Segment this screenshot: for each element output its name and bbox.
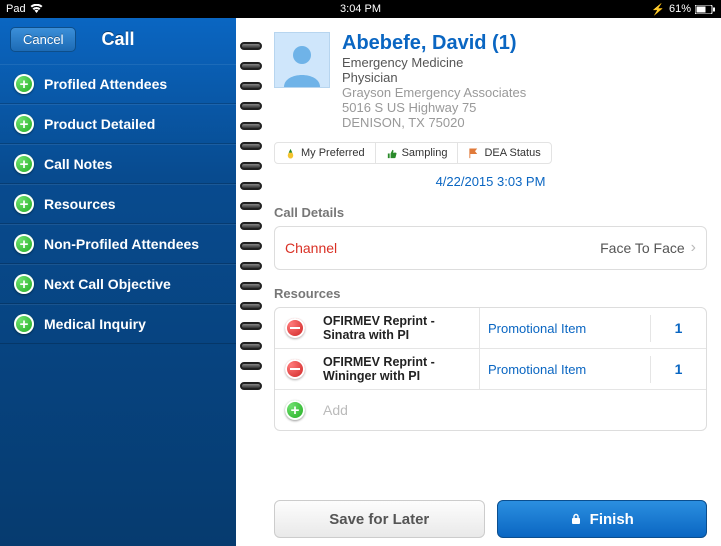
sidebar: Cancel Call + Profiled Attendees + Product…	[0, 18, 236, 546]
resources-table: OFIRMEV Reprint - Sinatra with PI Promot…	[274, 307, 707, 431]
resource-add-label: Add	[315, 394, 706, 426]
tag-row: My Preferred Sampling DEA Status	[274, 142, 552, 164]
tag-sampling[interactable]: Sampling	[376, 143, 459, 163]
plus-icon: +	[14, 314, 34, 334]
status-bar: Pad 3:04 PM ⚡ 61%	[0, 0, 721, 18]
plus-icon: +	[14, 74, 34, 94]
flag-icon	[468, 148, 479, 159]
sidebar-item-medical-inquiry[interactable]: + Medical Inquiry	[0, 304, 236, 344]
sidebar-item-label: Next Call Objective	[44, 276, 171, 292]
tag-my-preferred[interactable]: My Preferred	[275, 143, 376, 163]
notebook-binding	[236, 18, 266, 546]
resource-type[interactable]: Promotional Item	[480, 356, 651, 383]
clock: 3:04 PM	[340, 3, 381, 15]
sidebar-item-non-profiled-attendees[interactable]: + Non-Profiled Attendees	[0, 224, 236, 264]
plus-icon: +	[14, 274, 34, 294]
sidebar-item-label: Profiled Attendees	[44, 76, 167, 92]
pineapple-icon	[285, 148, 296, 159]
remove-resource-button[interactable]	[285, 318, 305, 338]
profile-addr2: DENISON, TX 75020	[342, 115, 526, 130]
device-label: Pad	[6, 3, 26, 15]
resource-row: OFIRMEV Reprint - Wininger with PI Promo…	[275, 349, 706, 390]
chevron-right-icon: ›	[691, 239, 696, 257]
tag-dea-status[interactable]: DEA Status	[458, 143, 550, 163]
cancel-button[interactable]: Cancel	[10, 27, 76, 52]
content-panel: Abebefe, David (1) Emergency Medicine Ph…	[266, 18, 721, 546]
channel-value: Face To Face	[600, 240, 685, 256]
plus-icon: +	[14, 114, 34, 134]
battery-percent: 61%	[669, 3, 691, 15]
resource-name: OFIRMEV Reprint - Sinatra with PI	[315, 308, 480, 348]
channel-row[interactable]: Channel Face To Face ›	[274, 226, 707, 270]
page-title: Call	[101, 29, 134, 50]
sidebar-item-resources[interactable]: + Resources	[0, 184, 236, 224]
resource-name: OFIRMEV Reprint - Wininger with PI	[315, 349, 480, 389]
sidebar-item-product-detailed[interactable]: + Product Detailed	[0, 104, 236, 144]
call-timestamp: 4/22/2015 3:03 PM	[274, 174, 707, 189]
resources-heading: Resources	[274, 286, 707, 301]
thumbs-up-icon	[386, 148, 397, 159]
lock-icon	[570, 513, 582, 525]
wifi-icon	[30, 4, 43, 14]
plus-icon: +	[14, 234, 34, 254]
profile-addr1: 5016 S US Highway 75	[342, 100, 526, 115]
channel-label: Channel	[285, 240, 337, 256]
profile-title: Physician	[342, 70, 526, 85]
avatar	[274, 32, 330, 88]
sidebar-item-label: Call Notes	[44, 156, 112, 172]
resource-add-row[interactable]: + Add	[275, 390, 706, 430]
resource-type[interactable]: Promotional Item	[480, 315, 651, 342]
sidebar-item-call-notes[interactable]: + Call Notes	[0, 144, 236, 184]
sidebar-item-label: Non-Profiled Attendees	[44, 236, 199, 252]
sidebar-item-label: Product Detailed	[44, 116, 155, 132]
profile-specialty: Emergency Medicine	[342, 55, 526, 70]
plus-icon: +	[285, 400, 305, 420]
sidebar-item-label: Medical Inquiry	[44, 316, 146, 332]
resource-row: OFIRMEV Reprint - Sinatra with PI Promot…	[275, 308, 706, 349]
profile-name: Abebefe, David (1)	[342, 32, 526, 55]
save-for-later-button[interactable]: Save for Later	[274, 500, 485, 538]
sidebar-item-next-call-objective[interactable]: + Next Call Objective	[0, 264, 236, 304]
finish-button[interactable]: Finish	[497, 500, 708, 538]
remove-resource-button[interactable]	[285, 359, 305, 379]
plus-icon: +	[14, 154, 34, 174]
sidebar-item-profiled-attendees[interactable]: + Profiled Attendees	[0, 64, 236, 104]
plus-icon: +	[14, 194, 34, 214]
profile-org: Grayson Emergency Associates	[342, 85, 526, 100]
call-details-heading: Call Details	[274, 205, 707, 220]
battery-icon	[695, 5, 715, 14]
sidebar-item-label: Resources	[44, 196, 116, 212]
resource-qty[interactable]: 1	[651, 361, 706, 377]
resource-qty[interactable]: 1	[651, 320, 706, 336]
